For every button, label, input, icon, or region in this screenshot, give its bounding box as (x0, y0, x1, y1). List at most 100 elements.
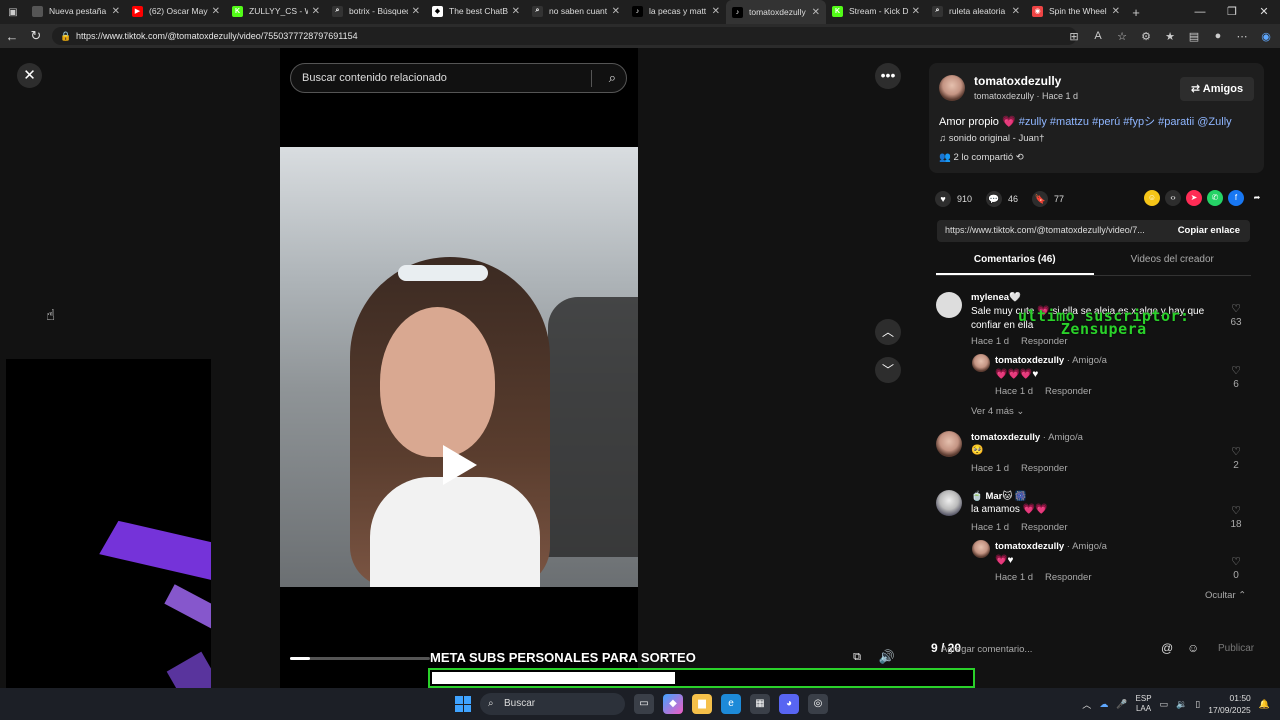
close-tab-icon[interactable]: ✕ (512, 6, 520, 17)
tab-creator-videos[interactable]: Videos del creador (1094, 254, 1252, 275)
commenter-name[interactable]: mylenea🤍 (971, 292, 1021, 303)
publish-button[interactable]: Publicar (1218, 643, 1254, 654)
search-icon[interactable]: ⌕ (609, 70, 616, 86)
reply-button[interactable]: Responder (1045, 572, 1091, 583)
microphone-icon[interactable]: 🎤 (1116, 699, 1127, 710)
comment-like-button[interactable]: ♡ 63 (1228, 302, 1244, 328)
store-icon[interactable]: ▦ (750, 694, 770, 714)
facebook-icon[interactable]: f (1228, 190, 1244, 206)
back-icon[interactable]: ← (0, 29, 24, 44)
browser-tab[interactable]: K ZULLYY_CS - Wa ✕ (226, 0, 326, 22)
comment-input-field[interactable]: Agregar comentario... (941, 644, 1032, 655)
play-icon[interactable] (443, 445, 477, 485)
share-arrow-icon[interactable]: ➦ (1249, 190, 1265, 206)
heart-icon[interactable]: ♥ (935, 191, 951, 207)
tab-actions-icon[interactable]: ▣ (0, 7, 26, 18)
clock[interactable]: 01:50 17/09/2025 (1208, 692, 1251, 716)
favorite-icon[interactable]: ☆ (1114, 30, 1130, 43)
whatsapp-icon[interactable]: ✆ (1207, 190, 1223, 206)
copilot-app-icon[interactable]: ◆ (663, 694, 683, 714)
close-tab-icon[interactable]: ✕ (412, 6, 420, 17)
reply-button[interactable]: Responder (1045, 386, 1091, 397)
browser-tab[interactable]: ⌕ botrix - Búsqued ✕ (326, 0, 426, 22)
minimize-icon[interactable]: — (1184, 0, 1216, 24)
collections-icon[interactable]: ▤ (1186, 30, 1202, 43)
browser-tab[interactable]: K Stream - Kick Da ✕ (826, 0, 926, 22)
battery-icon[interactable]: ▯ (1195, 699, 1200, 710)
browser-tab[interactable]: ▶ (62) Oscar Mayd ✕ (126, 0, 226, 22)
commenter-avatar[interactable] (972, 540, 990, 558)
copy-link-button[interactable]: Copiar enlace (1178, 225, 1240, 236)
friends-button[interactable]: ⇄ Amigos (1180, 77, 1254, 101)
discord-icon[interactable]: ◕ (779, 694, 799, 714)
app-icon[interactable]: ⊞ (1066, 30, 1082, 43)
browser-tab[interactable]: ⌕ ruleta aleatoria ✕ (926, 0, 1026, 22)
description-hashtags[interactable]: #zully #mattzu #perú #fypシ #paratii @Zul… (1019, 116, 1232, 128)
reply-button[interactable]: Responder (1021, 463, 1067, 474)
send-icon[interactable]: ➤ (1186, 190, 1202, 206)
comment-like-button[interactable]: ♡ 0 (1228, 555, 1244, 581)
restore-icon[interactable]: ❐ (1216, 0, 1248, 24)
related-search-input[interactable]: Buscar contenido relacionado ⌕ (290, 63, 627, 93)
video-progress-bar[interactable] (290, 657, 430, 660)
hide-replies[interactable]: Ocultar ⌃ (1205, 590, 1246, 601)
mention-icon[interactable]: @ (1161, 641, 1173, 655)
creator-avatar[interactable] (939, 75, 965, 101)
music-link[interactable]: ♫ sonido original - Juan† (939, 133, 1044, 144)
commenter-avatar[interactable] (972, 354, 990, 372)
new-tab-button[interactable]: + (1126, 5, 1146, 20)
close-tab-icon[interactable]: ✕ (112, 6, 120, 17)
close-tab-icon[interactable]: ✕ (812, 7, 820, 18)
browser-tab[interactable]: ⌕ no saben cuant ✕ (526, 0, 626, 22)
comment-like-button[interactable]: ♡ 6 (1228, 364, 1244, 390)
url-field[interactable]: 🔒 https://www.tiktok.com/@tomatoxdezully… (52, 27, 1077, 45)
creator-username[interactable]: tomatoxdezully (974, 74, 1061, 88)
extensions-icon[interactable]: ⚙ (1138, 30, 1154, 43)
close-tab-icon[interactable]: ✕ (212, 6, 220, 17)
browser-tab[interactable]: ♪ tomatoxdezully ✕ (726, 0, 826, 24)
commenter-avatar[interactable] (936, 431, 962, 457)
browser-tab[interactable]: ♪ la pecas y matt ✕ (626, 0, 726, 22)
volume-icon[interactable]: 🔉 (1176, 699, 1187, 710)
picture-in-picture-icon[interactable]: ⧉ (845, 645, 869, 669)
close-tab-icon[interactable]: ✕ (712, 6, 720, 17)
close-tab-icon[interactable]: ✕ (1112, 6, 1120, 17)
browser-tab[interactable]: Nueva pestaña ✕ (26, 0, 126, 22)
read-aloud-icon[interactable]: A (1090, 30, 1106, 42)
comment-icon[interactable]: 💬 (986, 191, 1003, 207)
app-icon[interactable]: ◎ (808, 694, 828, 714)
profile-avatar[interactable]: ● (1210, 30, 1226, 42)
reply-button[interactable]: Responder (1021, 522, 1067, 533)
tab-comments[interactable]: Comentarios (46) (936, 254, 1094, 275)
previous-video-button[interactable]: ︿ (875, 319, 901, 345)
commenter-name[interactable]: tomatoxdezully · Amigo/a (995, 541, 1107, 552)
close-tab-icon[interactable]: ✕ (912, 6, 920, 17)
see-more-replies[interactable]: Ver 4 más ⌄ (971, 406, 1024, 417)
network-icon[interactable]: ▭ (1160, 699, 1169, 710)
comment-like-button[interactable]: ♡ 18 (1228, 504, 1244, 530)
windows-start-icon[interactable] (455, 696, 471, 712)
file-explorer-icon[interactable]: ▆ (692, 694, 712, 714)
browser-tab[interactable]: ◉ Spin the Wheel ✕ (1026, 0, 1126, 22)
share-link-text[interactable]: https://www.tiktok.com/@tomatoxdezully/v… (945, 225, 1167, 235)
browser-tab[interactable]: ◆ The best ChatBo ✕ (426, 0, 526, 22)
taskbar-search[interactable]: ⌕ Buscar (480, 693, 625, 715)
more-options-button[interactable]: ••• (875, 63, 901, 89)
commenter-avatar[interactable] (936, 292, 962, 318)
video-player[interactable] (280, 147, 638, 587)
comment-like-button[interactable]: ♡ 2 (1228, 445, 1244, 471)
task-view-icon[interactable]: ▭ (634, 694, 654, 714)
volume-icon[interactable]: 🔊 (875, 645, 899, 669)
notifications-icon[interactable]: 🔔 (1259, 699, 1270, 710)
emoji-icon[interactable]: ☺ (1187, 641, 1199, 655)
commenter-name[interactable]: tomatoxdezully · Amigo/a (971, 432, 1083, 443)
favorites-bar-icon[interactable]: ★ (1162, 30, 1178, 43)
commenter-name[interactable]: 🍵 Mar🐱 🎆 (971, 491, 1027, 502)
embed-icon[interactable]: ‹› (1165, 190, 1181, 206)
edge-icon[interactable]: e (721, 694, 741, 714)
close-tab-icon[interactable]: ✕ (1012, 6, 1020, 17)
shared-by[interactable]: 👥 2 lo compartió ⟲ (939, 152, 1024, 163)
next-video-button[interactable]: ﹀ (875, 357, 901, 383)
show-hidden-icons[interactable]: ︿ (1082, 698, 1091, 711)
bookmark-icon[interactable]: 🔖 (1032, 191, 1049, 207)
